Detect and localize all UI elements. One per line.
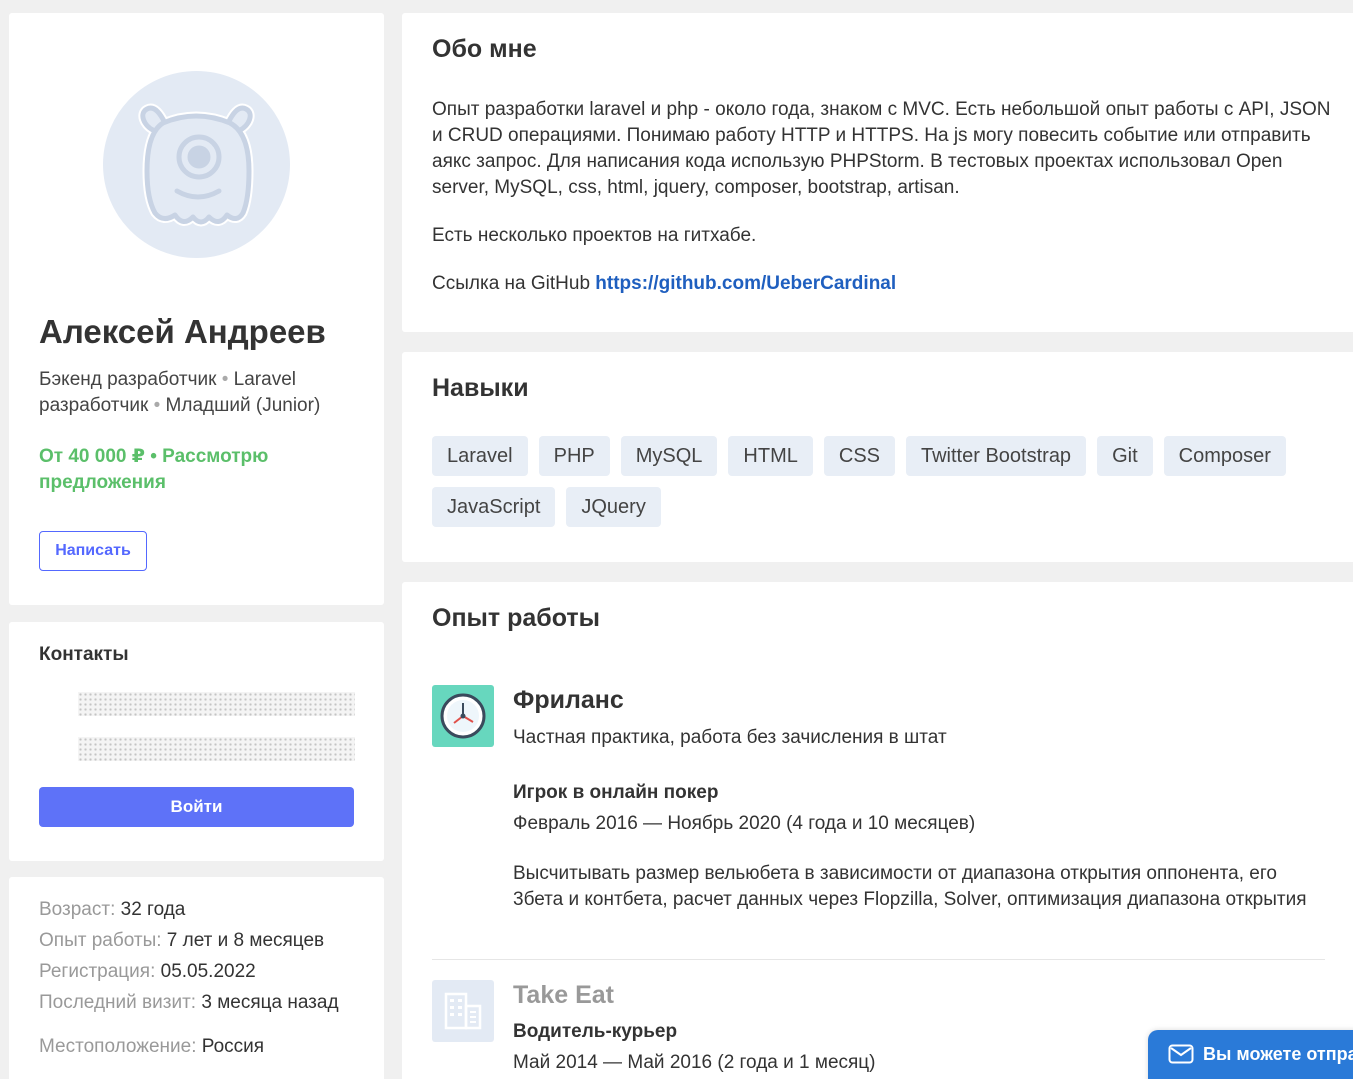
skill-tag: CSS <box>823 436 895 476</box>
profile-position: Бэкенд разработчик • Laravel разработчик… <box>39 367 349 419</box>
about-card: Обо мне Опыт разработки laravel и php - … <box>402 13 1353 332</box>
contacts-card: Контакты Войти <box>9 622 384 861</box>
skill-tag: Composer <box>1163 436 1286 476</box>
skill-tag: JavaScript <box>432 487 556 527</box>
salary: От 40 000 ₽ • Рассмотрю предложения <box>39 446 269 493</box>
skill-tag: JQuery <box>566 487 661 527</box>
job-divider <box>432 959 1325 960</box>
job-item: Фриланс Частная практика, работа без зач… <box>432 685 1327 945</box>
job-role: Водитель-курьер <box>513 1021 678 1042</box>
profile-card: Алексей Андреев Бэкенд разработчик • Lar… <box>9 13 384 605</box>
about-paragraph: Опыт разработки laravel и php - около го… <box>432 99 1331 198</box>
info-last-visit: Последний визит: 3 месяца назад <box>39 992 339 1013</box>
github-label: Ссылка на GitHub <box>432 273 591 294</box>
avatar <box>103 71 290 258</box>
skills-title: Навыки <box>432 374 529 402</box>
info-experience: Опыт работы: 7 лет и 8 месяцев <box>39 930 325 951</box>
job-logo <box>432 980 494 1042</box>
hidden-contact-phone <box>78 692 355 716</box>
info-registration: Регистрация: 05.05.2022 <box>39 961 256 982</box>
position-separator: • <box>153 395 161 416</box>
info-age: Возраст: 32 года <box>39 899 186 920</box>
about-title: Обо мне <box>432 35 537 63</box>
chat-widget[interactable]: Вы можете отправить сообщение <box>1148 1030 1353 1079</box>
hidden-contact-email <box>78 737 355 761</box>
about-text: Опыт разработки laravel и php - около го… <box>432 97 1337 319</box>
skills-card: Навыки Laravel PHP MySQL HTML CSS Twitte… <box>402 352 1353 562</box>
info-card: Возраст: 32 года Опыт работы: 7 лет и 8 … <box>9 877 384 1079</box>
github-link[interactable]: https://github.com/UeberCardinal <box>595 273 896 294</box>
job-role: Игрок в онлайн покер <box>513 782 719 803</box>
job-company: Take Eat <box>513 981 614 1009</box>
monster-avatar-icon <box>138 103 255 227</box>
experience-card: Опыт работы Фриланс Частная практика, ра… <box>402 582 1353 1079</box>
job-period: Февраль 2016 — Ноябрь 2020 (4 года и 10 … <box>513 813 976 834</box>
about-paragraph: Есть несколько проектов на гитхабе. <box>432 225 757 246</box>
job-logo <box>432 685 494 747</box>
skill-tag: HTML <box>728 436 813 476</box>
job-company: Фриланс <box>513 686 624 714</box>
position-1: Бэкенд разработчик <box>39 369 217 390</box>
github-line: Ссылка на GitHub https://github.com/Uebe… <box>432 271 1337 297</box>
info-list: Возраст: 32 года Опыт работы: 7 лет и 8 … <box>39 897 359 1065</box>
chat-widget-text: Вы можете отправить сообщение <box>1203 1044 1353 1064</box>
login-button[interactable]: Войти <box>39 787 354 827</box>
job-description: Высчитывать размер вельюбета в зависимос… <box>513 863 1307 910</box>
skill-tag: PHP <box>538 436 610 476</box>
write-button[interactable]: Написать <box>39 531 147 571</box>
skill-tag: Laravel <box>432 436 528 476</box>
job-subtitle: Частная практика, работа без зачисления … <box>513 727 947 748</box>
info-location: Местоположение: Россия <box>39 1036 265 1057</box>
profile-name: Алексей Андреев <box>39 313 326 350</box>
job-period: Май 2014 — Май 2016 (2 года и 1 месяц) <box>513 1052 876 1073</box>
skill-tag: Git <box>1097 436 1153 476</box>
mail-icon <box>1168 1044 1194 1064</box>
skill-tag: Twitter Bootstrap <box>906 436 1087 476</box>
skills-list: Laravel PHP MySQL HTML CSS Twitter Boots… <box>432 436 1332 527</box>
building-icon <box>444 992 482 1030</box>
resume-page: Алексей Андреев Бэкенд разработчик • Lar… <box>0 0 1353 1079</box>
skill-tag: MySQL <box>620 436 718 476</box>
position-separator: • <box>221 369 229 390</box>
experience-title: Опыт работы <box>432 604 600 632</box>
clock-icon <box>440 693 486 739</box>
contacts-title: Контакты <box>39 644 129 665</box>
position-3: Младший (Junior) <box>165 395 321 416</box>
